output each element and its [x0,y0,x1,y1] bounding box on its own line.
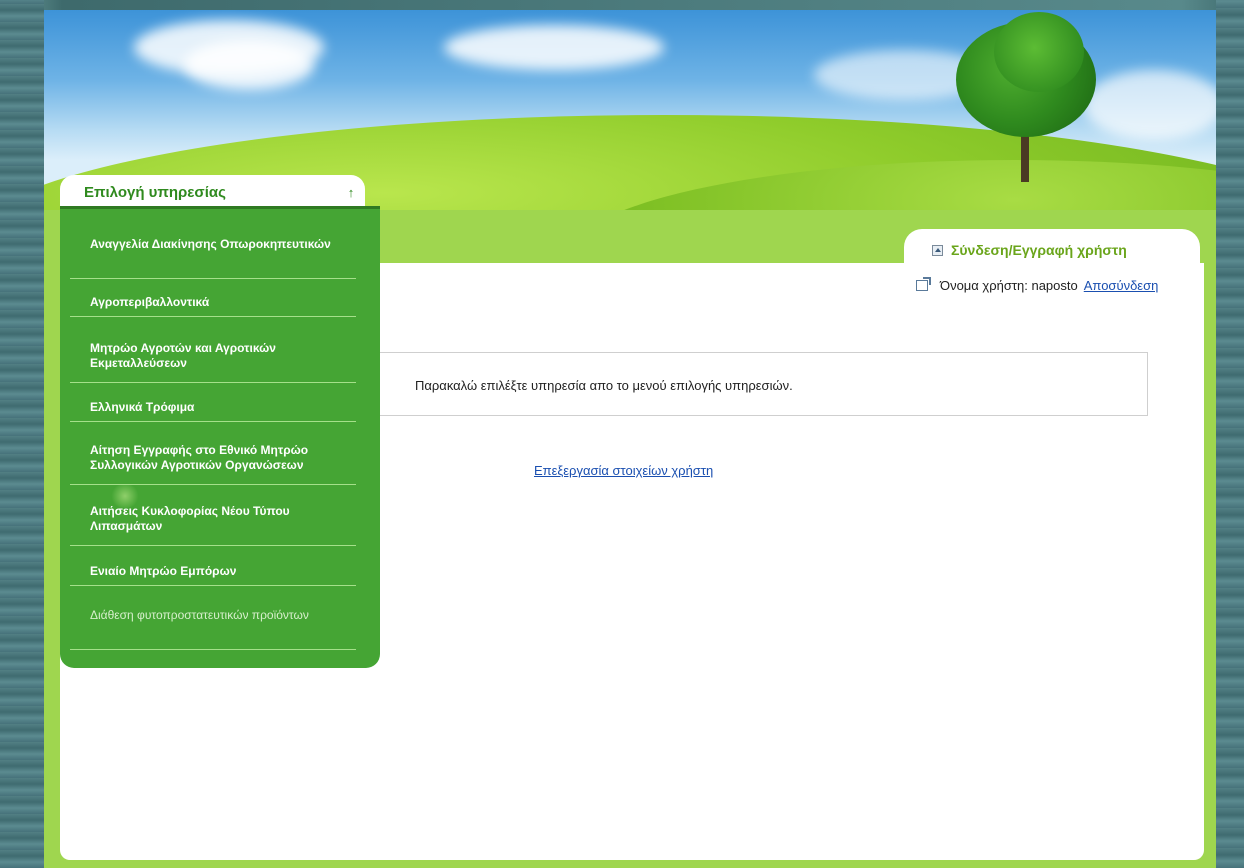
login-title: Σύνδεση/Εγγραφή χρήστη [951,242,1127,258]
collapse-toggle-icon[interactable]: ↑ [344,186,358,200]
menu-item-collective-organizations-registry[interactable]: Αίτηση Εγγραφής στο Εθνικό Μητρώο Συλλογ… [70,443,356,485]
left-border-texture [0,0,44,868]
username-label: Όνομα χρήστη: naposto [940,278,1078,293]
page-frame: Σύνδεση/Εγγραφή χρήστη Όνομα χρήστη: nap… [44,10,1216,868]
select-service-message: Παρακαλώ επιλέξτε υπηρεσία απο το μενού … [415,378,793,393]
edit-user-link[interactable]: Επεξεργασία στοιχείων χρήστη [534,463,713,478]
tree-crown [994,12,1084,92]
service-selector-title: Επιλογή υπηρεσίας [84,184,226,201]
menu-item-merchants-registry[interactable]: Ενιαίο Μητρώο Εμπόρων [70,564,356,586]
menu-item-farmers-registry[interactable]: Μητρώο Αγροτών και Αγροτικών Εκμεταλλεύσ… [70,341,356,383]
menu-item-fruit-vegetable-trade[interactable]: Αναγγελία Διακίνησης Οπωροκηπευτικών [70,237,356,279]
right-border-texture [1216,0,1244,868]
cloud-decoration [1084,70,1216,140]
cloud-decoration [184,40,314,90]
service-menu: Αναγγελία Διακίνησης Οπωροκηπευτικών Αγρ… [60,206,380,668]
menu-item-greek-foods[interactable]: Ελληνικά Τρόφιμα [70,400,356,422]
message-box: Παρακαλώ επιλέξτε υπηρεσία απο το μενού … [370,352,1148,416]
logout-link[interactable]: Αποσύνδεση [1084,278,1159,293]
menu-item-plant-protection-products[interactable]: Διάθεση φυτοπροστατευτικών προϊόντων [70,608,356,650]
menu-item-agri-environmental[interactable]: Αγροπεριβαλλοντικά [70,295,356,317]
cloud-decoration [444,25,664,70]
collapse-square-icon[interactable] [932,244,943,256]
menu-item-fertilizer-applications[interactable]: Αιτήσεις Κυκλοφορίας Νέου Τύπου Λιπασμάτ… [70,504,356,546]
external-link-icon [916,277,931,291]
login-header[interactable]: Σύνδεση/Εγγραφή χρήστη [932,242,1127,258]
user-info: Όνομα χρήστη: naposto Αποσύνδεση [916,277,1159,293]
